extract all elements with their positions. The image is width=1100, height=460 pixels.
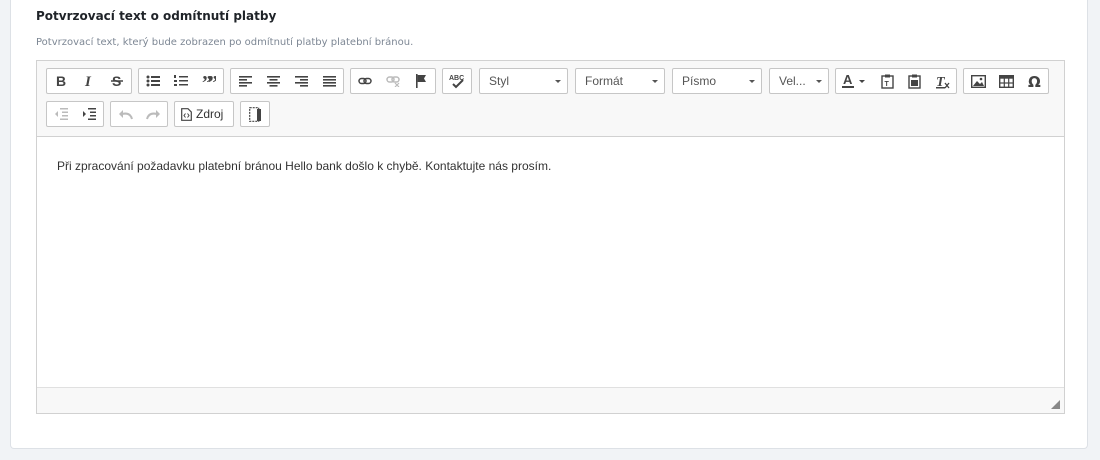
source-button-label: Zdroj [196, 107, 224, 121]
align-right-button[interactable] [287, 69, 315, 93]
alignment-group [230, 68, 344, 94]
table-icon[interactable] [992, 69, 1020, 93]
font-size-combo-label: Vel... [779, 74, 806, 88]
rich-text-editor: B I S ”” [36, 60, 1065, 414]
show-blocks-icon[interactable] [241, 102, 269, 126]
format-combo-label: Formát [585, 74, 624, 88]
style-combo-label: Styl [489, 74, 510, 88]
svg-text:B: B [56, 74, 66, 88]
spellcheck-group: ABC [442, 68, 472, 94]
basic-styles-group: B I S [46, 68, 132, 94]
italic-button[interactable]: I [75, 69, 103, 93]
bulleted-list-button[interactable] [139, 69, 167, 93]
undo-redo-group [110, 101, 168, 127]
redo-icon[interactable] [139, 102, 167, 126]
font-combo[interactable]: Písmo [672, 68, 762, 94]
lists-group: ”” [138, 68, 224, 94]
source-button[interactable]: Zdroj [174, 101, 234, 127]
svg-text:”: ” [208, 75, 216, 87]
svg-text:I: I [84, 74, 92, 88]
style-combo[interactable]: Styl [479, 68, 568, 94]
svg-text:T: T [884, 81, 889, 88]
align-justify-button[interactable] [315, 69, 343, 93]
indent-group [46, 101, 104, 127]
image-icon[interactable] [964, 69, 992, 93]
remove-format-icon[interactable]: T [928, 69, 956, 93]
strikethrough-button[interactable]: S [103, 69, 131, 93]
chevron-down-icon [749, 80, 755, 83]
format-combo[interactable]: Formát [575, 68, 665, 94]
field-label: Potvrzovací text o odmítnutí platby [36, 9, 277, 23]
paste-word-icon[interactable] [901, 69, 929, 93]
undo-icon[interactable] [111, 102, 139, 126]
blockquote-button[interactable]: ”” [195, 69, 223, 93]
insert-group: Ω [963, 68, 1049, 94]
editor-content[interactable]: Při zpracování požadavku platební bránou… [57, 159, 551, 173]
source-document-icon [181, 107, 192, 121]
chevron-down-icon [816, 80, 822, 83]
outdent-icon[interactable] [47, 102, 75, 126]
svg-text:Ω: Ω [1028, 74, 1041, 89]
font-combo-label: Písmo [682, 74, 717, 88]
link-icon[interactable] [351, 69, 379, 93]
font-size-combo[interactable]: Vel... [769, 68, 829, 94]
align-left-button[interactable] [231, 69, 259, 93]
resize-handle-icon[interactable] [1051, 400, 1060, 409]
field-help-text: Potvrzovací text, který bude zobrazen po… [36, 37, 414, 48]
anchor-flag-icon[interactable] [407, 69, 435, 93]
indent-icon[interactable] [75, 102, 103, 126]
paste-text-icon[interactable]: T [873, 69, 901, 93]
editor-toolbar: B I S ”” [37, 61, 1064, 137]
blocks-group [240, 101, 270, 127]
svg-text:T: T [936, 75, 946, 89]
chevron-down-icon [652, 80, 658, 83]
color-paste-group: A T T [835, 68, 957, 94]
spellcheck-icon[interactable]: ABC [443, 69, 471, 93]
align-center-button[interactable] [259, 69, 287, 93]
links-group [350, 68, 436, 94]
svg-text:A: A [843, 73, 853, 87]
special-character-icon[interactable]: Ω [1020, 69, 1048, 93]
chevron-down-icon [555, 80, 561, 83]
bold-button[interactable]: B [47, 69, 75, 93]
text-color-button[interactable]: A [836, 69, 873, 93]
unlink-icon[interactable] [379, 69, 407, 93]
numbered-list-button[interactable] [167, 69, 195, 93]
editor-statusbar [37, 387, 1064, 413]
